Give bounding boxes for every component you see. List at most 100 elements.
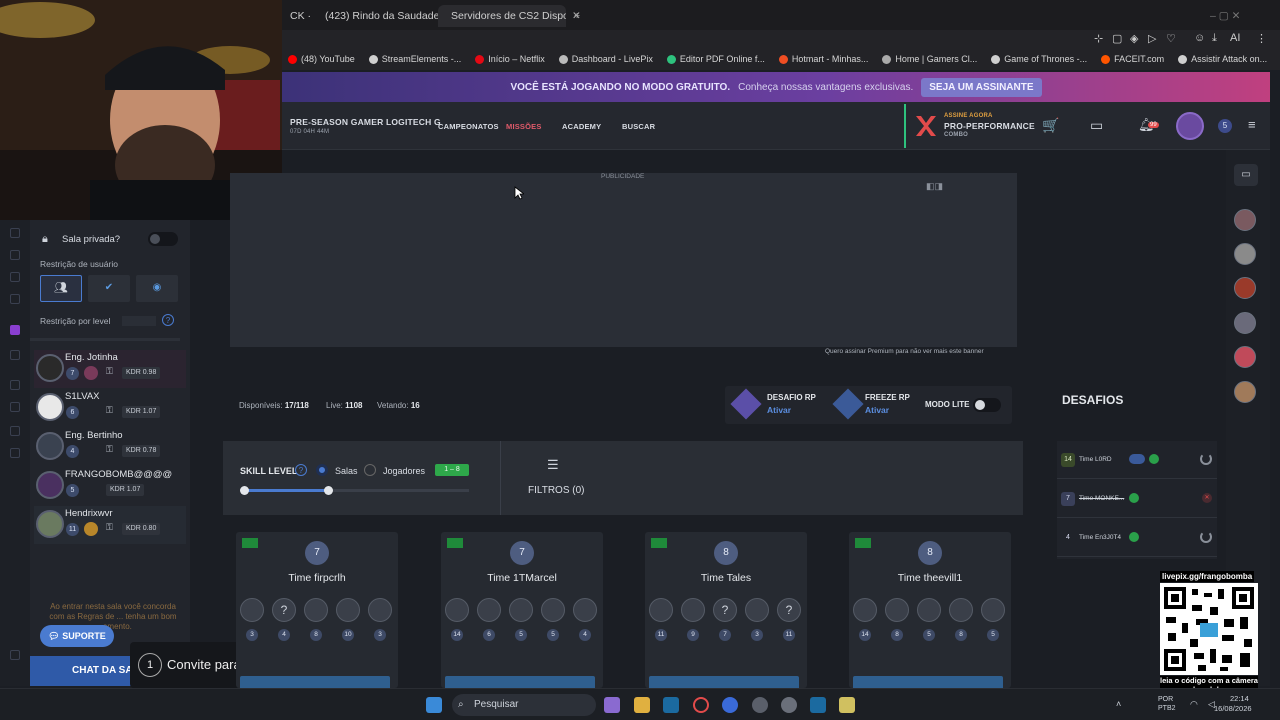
nav-link-campeonatos[interactable]: CAMPEONATOS [438,122,499,131]
hamburger-menu-icon[interactable]: ≡ [1248,117,1256,132]
challenge-row[interactable]: 7 Time MONKE... ✕ [1057,480,1217,518]
member-avatar[interactable]: ? [777,598,801,622]
file-explorer-icon[interactable] [634,697,650,713]
join-room-button[interactable] [240,676,390,688]
rail-shield-icon[interactable] [10,272,20,282]
rail-settings-icon[interactable] [10,448,20,458]
challenge-row[interactable]: 4 Time En3J0T4 [1057,519,1217,557]
support-button[interactable]: 💬︎ SUPORTE [40,625,114,647]
player-row[interactable]: FRANGOBOMB@@@@ 5 KDR 1.07 [34,467,186,505]
friend-avatar[interactable] [1234,243,1256,265]
rail-user-icon[interactable] [10,250,20,260]
member-avatar[interactable] [240,598,264,622]
subscribe-button[interactable]: SEJA UM ASSINANTE [921,77,1042,97]
shield-icon[interactable]: ◈ [1130,32,1138,45]
nav-link-buscar[interactable]: BUSCAR [622,122,655,131]
browser-tab[interactable]: (423) Rindo da Saudade p [312,5,442,27]
bookmark-item[interactable]: Game of Thrones -... [991,54,1087,64]
ad-choices-icon[interactable]: ◧◨ [926,181,943,192]
remove-ads-link[interactable]: Quero assinar Premium para não ver mais … [825,348,984,355]
taskbar-search-input[interactable]: ⌕ Pesquisar [452,694,596,716]
member-avatar[interactable] [745,598,769,622]
restriction-verified-button[interactable]: ✔ [88,275,130,302]
restriction-premium-button[interactable]: ◉ [136,275,178,302]
room-card[interactable]: 8 Time theevill1 14 8 5 8 5 [849,532,1011,688]
heart-icon[interactable]: ♡ [1166,32,1176,45]
players-radio[interactable] [364,464,376,476]
freeze-rp-activate[interactable]: Ativar [865,405,889,415]
friend-avatar[interactable] [1234,209,1256,231]
bookmark-item[interactable]: Home | Gamers Cl... [882,54,977,64]
member-avatar[interactable] [885,598,909,622]
app-icon[interactable] [781,697,797,713]
taskbar-time[interactable]: 22:14 [1230,694,1249,703]
browser-tab[interactable]: CK · [282,5,312,27]
bookmark-item[interactable]: Hotmart - Minhas... [778,54,868,64]
nav-link-missoes[interactable]: MISSÕES [506,122,542,131]
member-avatar[interactable] [917,598,941,622]
skill-range-max-handle[interactable] [324,486,333,495]
rail-link-icon[interactable] [10,402,20,412]
member-avatar[interactable] [949,598,973,622]
wifi-icon[interactable]: ◠ [1190,699,1198,710]
member-avatar[interactable]: ? [272,598,296,622]
friend-avatar[interactable] [1234,346,1256,368]
room-card[interactable]: 7 Time 1TMarcel 14 6 5 5 4 [441,532,603,688]
member-avatar[interactable] [541,598,565,622]
help-icon[interactable]: ? [162,314,174,326]
player-row[interactable]: Eng. Jotinha 7 ⚿ KDR 0.98 [34,350,186,388]
join-room-button[interactable] [649,676,799,688]
bookmark-item[interactable]: Dashboard - LivePix [558,54,653,64]
member-avatar[interactable] [981,598,1005,622]
room-card[interactable]: 8 Time Tales 11 9? 7 3? 11 [645,532,807,688]
filters-button[interactable]: FILTROS (0) [528,485,584,496]
app-icon[interactable] [839,697,855,713]
member-avatar[interactable]: ? [713,598,737,622]
app-icon[interactable] [722,697,738,713]
bookmark-item[interactable]: Início – Netflix [475,54,545,64]
window-controls[interactable]: – ▢ ✕ [1202,5,1272,27]
bookmark-item[interactable]: (48) YouTube [288,54,355,64]
member-avatar[interactable] [681,598,705,622]
friends-chat-icon[interactable]: ▭ [1234,164,1258,186]
level-restriction-slider[interactable] [122,316,156,326]
ai-button[interactable]: AI [1230,32,1240,44]
rail-x-icon[interactable] [10,350,20,360]
member-avatar[interactable] [445,598,469,622]
app-icon[interactable] [604,697,620,713]
profile-icon[interactable]: ☺ [1194,32,1205,44]
obs-icon[interactable] [752,697,768,713]
lite-mode-toggle[interactable] [973,398,1001,412]
screenshot-icon[interactable]: ▢ [1112,32,1122,45]
chat-icon[interactable]: ▭ [1090,117,1103,134]
player-row[interactable]: Eng. Bertinho 4 ⚿ KDR 0.78 [34,428,186,466]
rail-home-icon[interactable] [10,228,20,238]
skill-range-min-handle[interactable] [240,486,249,495]
windows-start-icon[interactable] [426,697,442,713]
player-row[interactable]: S1LVAX 6 ⚿ KDR 1.07 [34,389,186,427]
pro-performance-link[interactable]: PRO-PERFORMANCE [944,121,1035,131]
rail-twitch-icon[interactable] [10,325,20,335]
store-cart-icon[interactable]: 🛒 [1042,117,1059,134]
room-card[interactable]: 7 Time firpcrlh 3? 4 8 10 3 [236,532,398,688]
bookmark-item[interactable]: FACEIT.com [1101,54,1164,64]
member-avatar[interactable] [477,598,501,622]
restriction-all-users-button[interactable]: 👥︎ [40,275,82,302]
member-avatar[interactable] [304,598,328,622]
nav-link-academy[interactable]: ACADEMY [562,122,601,131]
member-avatar[interactable] [336,598,360,622]
join-room-button[interactable] [853,676,1003,688]
rail-location-icon[interactable] [10,380,20,390]
bookmark-item[interactable]: StreamElements -... [368,54,461,64]
member-avatar[interactable] [509,598,533,622]
play-icon[interactable]: ▷ [1148,32,1156,45]
steam-icon[interactable] [810,697,826,713]
skill-range-track[interactable] [240,486,469,495]
event-title[interactable]: PRE-SEASON GAMER LOGITECH G [290,117,441,127]
opera-gx-icon[interactable] [693,697,709,713]
browser-tab-active[interactable]: Servidores de CS2 Disponi [438,5,566,27]
friend-avatar[interactable] [1234,312,1256,334]
bookmark-item[interactable]: Editor PDF Online f... [666,54,765,64]
challenge-row[interactable]: 14 Time L0RD [1057,441,1217,479]
language-indicator[interactable]: POR PTB2 [1158,695,1184,713]
